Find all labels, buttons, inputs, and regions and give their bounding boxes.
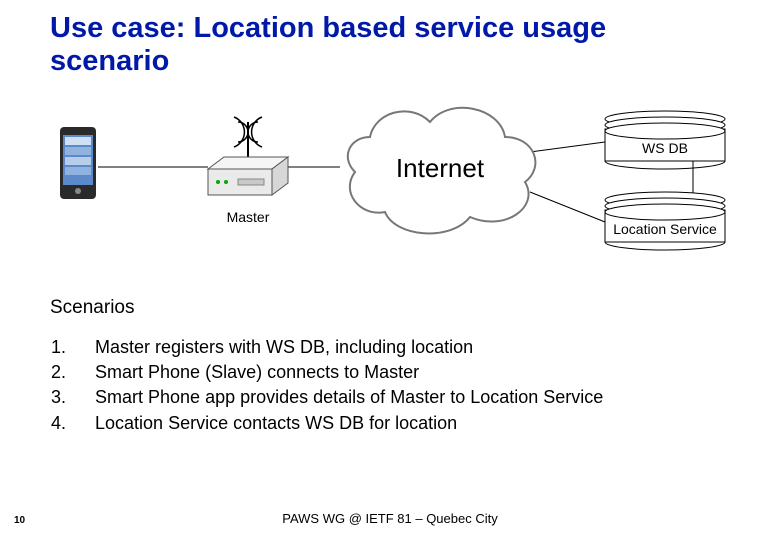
smartphone-icon: [60, 127, 96, 199]
master-icon: Master: [208, 117, 288, 225]
ws-db-label: WS DB: [642, 140, 688, 156]
list-text: Smart Phone app provides details of Mast…: [94, 385, 604, 410]
footer-text: PAWS WG @ IETF 81 – Quebec City: [0, 511, 780, 526]
scenarios-list: 1. Master registers with WS DB, includin…: [50, 335, 604, 437]
list-item: 3. Smart Phone app provides details of M…: [50, 385, 604, 410]
list-text: Master registers with WS DB, including l…: [94, 335, 604, 360]
slide-title: Use case: Location based service usage s…: [50, 12, 730, 79]
location-service-icon: Location Service: [605, 192, 725, 250]
scenarios-heading: Scenarios: [50, 297, 730, 319]
list-item: 4. Location Service contacts WS DB for l…: [50, 411, 604, 436]
master-label: Master: [227, 209, 270, 225]
list-number: 3.: [50, 385, 94, 410]
ws-db-icon: WS DB: [605, 111, 725, 169]
internet-cloud-icon: Internet: [348, 108, 536, 234]
cloud-label: Internet: [396, 153, 485, 183]
list-number: 4.: [50, 411, 94, 436]
network-diagram: Master Internet WS DB: [50, 97, 730, 262]
list-item: 2. Smart Phone (Slave) connects to Maste…: [50, 360, 604, 385]
list-text: Smart Phone (Slave) connects to Master: [94, 360, 604, 385]
list-item: 1. Master registers with WS DB, includin…: [50, 335, 604, 360]
list-text: Location Service contacts WS DB for loca…: [94, 411, 604, 436]
list-number: 2.: [50, 360, 94, 385]
location-service-label: Location Service: [613, 221, 717, 237]
list-number: 1.: [50, 335, 94, 360]
slide: Use case: Location based service usage s…: [0, 0, 780, 540]
